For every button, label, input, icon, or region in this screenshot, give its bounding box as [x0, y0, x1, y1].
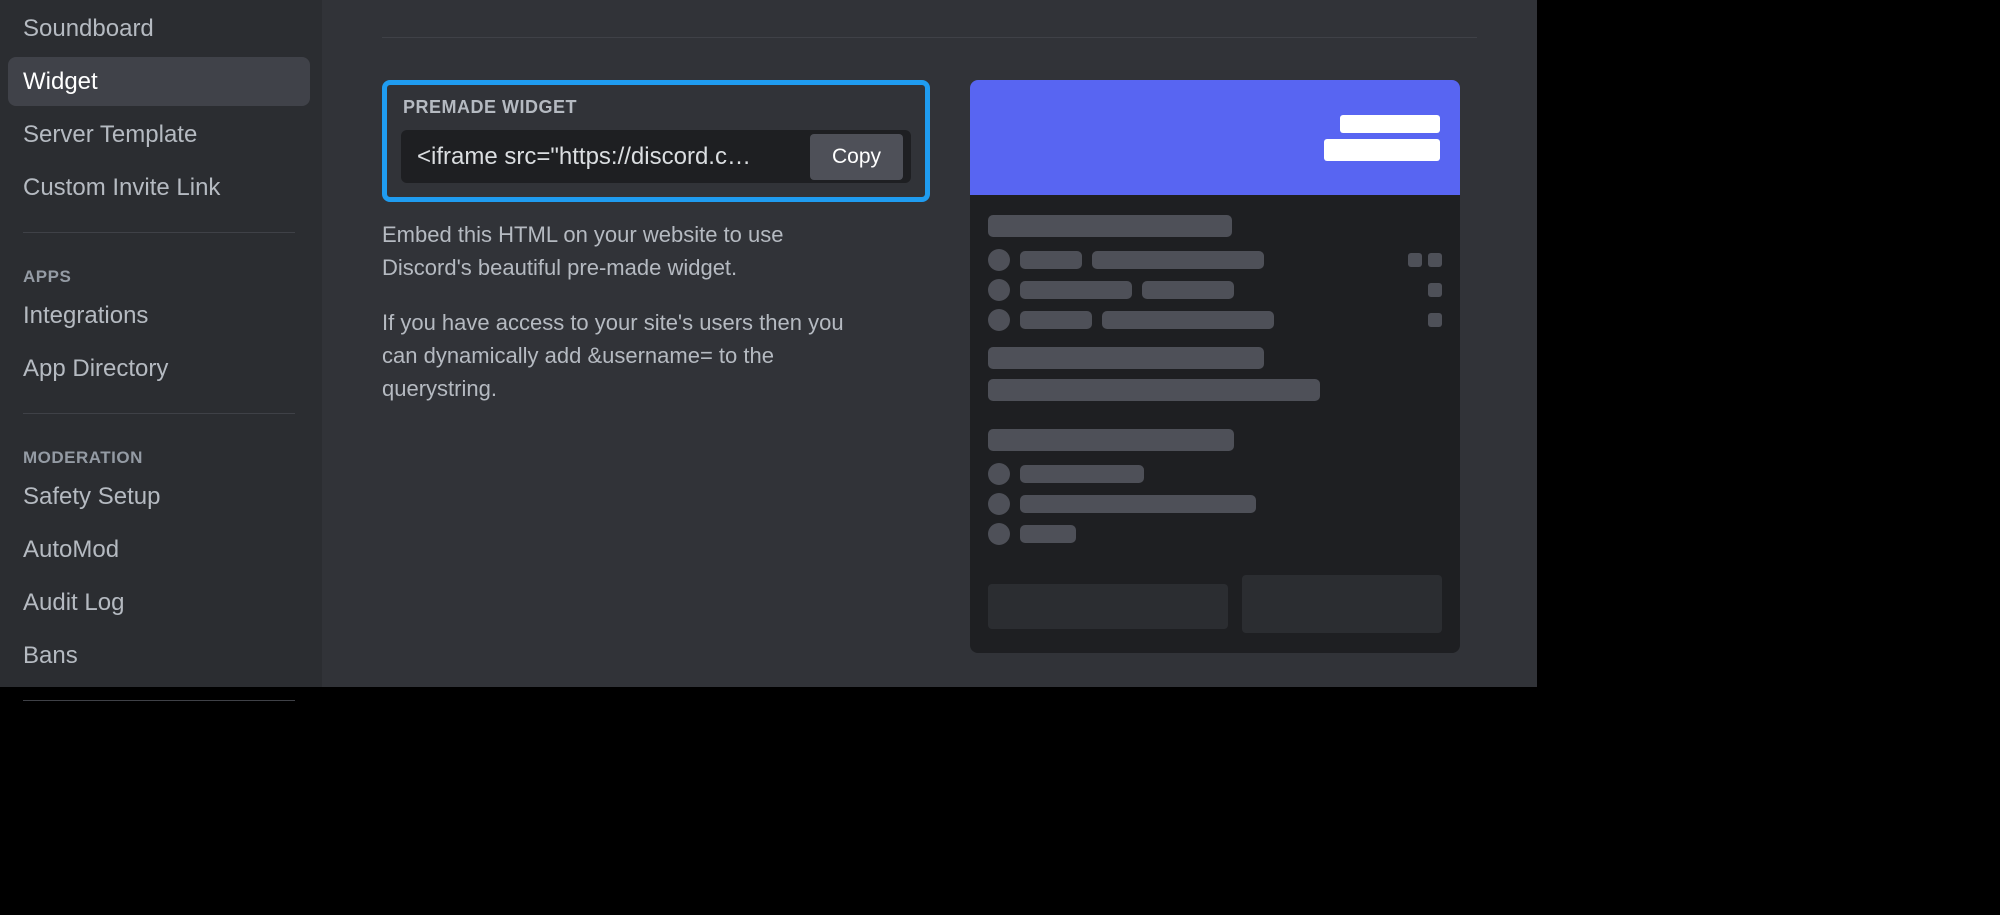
sidebar-item-audit-log[interactable]: Audit Log — [8, 578, 310, 627]
sidebar-item-server-template[interactable]: Server Template — [8, 110, 310, 159]
placeholder-bar — [1102, 311, 1274, 329]
settings-content: PREMADE WIDGET <iframe src="https://disc… — [322, 0, 1537, 687]
sidebar-header-apps: APPS — [8, 267, 310, 287]
premade-widget-input-row: <iframe src="https://discord.c… Copy — [401, 130, 911, 183]
placeholder-button — [1242, 575, 1442, 633]
placeholder-row — [988, 309, 1442, 331]
premade-widget-card: PREMADE WIDGET <iframe src="https://disc… — [382, 80, 930, 202]
placeholder-bar — [1020, 311, 1092, 329]
sidebar-divider — [23, 700, 295, 701]
placeholder-input — [988, 584, 1228, 629]
placeholder-avatar — [988, 249, 1010, 271]
settings-sidebar: Soundboard Widget Server Template Custom… — [0, 0, 322, 687]
copy-button[interactable]: Copy — [810, 134, 903, 180]
widget-preview-footer — [970, 575, 1460, 653]
sidebar-item-bans[interactable]: Bans — [8, 631, 310, 680]
premade-widget-desc-line2: If you have access to your site's users … — [382, 306, 862, 405]
sidebar-item-integrations[interactable]: Integrations — [8, 291, 310, 340]
placeholder-bar — [1020, 525, 1076, 543]
placeholder-avatar — [988, 463, 1010, 485]
premade-widget-column: PREMADE WIDGET <iframe src="https://disc… — [382, 80, 930, 653]
placeholder-bar — [988, 379, 1320, 401]
placeholder-icon — [1428, 313, 1442, 327]
sidebar-item-custom-invite-link[interactable]: Custom Invite Link — [8, 163, 310, 212]
placeholder-bar — [1020, 281, 1132, 299]
sidebar-item-automod[interactable]: AutoMod — [8, 525, 310, 574]
widget-preview — [970, 80, 1460, 653]
premade-widget-title: PREMADE WIDGET — [403, 97, 909, 118]
placeholder-bar — [1340, 115, 1440, 133]
sidebar-divider — [23, 232, 295, 233]
placeholder-avatar — [988, 279, 1010, 301]
placeholder-bar — [988, 215, 1232, 237]
widget-preview-header — [970, 80, 1460, 195]
placeholder-row — [988, 493, 1442, 515]
premade-widget-desc-line1: Embed this HTML on your website to use D… — [382, 218, 862, 284]
placeholder-bar — [1020, 251, 1082, 269]
placeholder-row — [988, 279, 1442, 301]
placeholder-avatar — [988, 309, 1010, 331]
placeholder-avatar — [988, 493, 1010, 515]
sidebar-item-widget[interactable]: Widget — [8, 57, 310, 106]
sidebar-divider — [23, 413, 295, 414]
placeholder-icon — [1408, 253, 1422, 267]
placeholder-bar — [1324, 139, 1440, 161]
placeholder-bar — [988, 429, 1234, 451]
placeholder-row — [988, 249, 1442, 271]
placeholder-avatar — [988, 523, 1010, 545]
placeholder-bar — [988, 347, 1264, 369]
sidebar-item-app-directory[interactable]: App Directory — [8, 344, 310, 393]
placeholder-icon — [1428, 283, 1442, 297]
content-divider — [382, 37, 1477, 38]
placeholder-icon — [1428, 253, 1442, 267]
placeholder-row — [988, 523, 1442, 545]
sidebar-item-soundboard[interactable]: Soundboard — [8, 4, 310, 53]
placeholder-bar — [1020, 465, 1144, 483]
placeholder-row — [988, 463, 1442, 485]
sidebar-item-safety-setup[interactable]: Safety Setup — [8, 472, 310, 521]
placeholder-bar — [1092, 251, 1264, 269]
premade-widget-description: Embed this HTML on your website to use D… — [382, 218, 862, 405]
placeholder-bar — [1142, 281, 1234, 299]
sidebar-header-moderation: MODERATION — [8, 448, 310, 468]
premade-widget-code[interactable]: <iframe src="https://discord.c… — [417, 143, 810, 171]
placeholder-bar — [1020, 495, 1256, 513]
